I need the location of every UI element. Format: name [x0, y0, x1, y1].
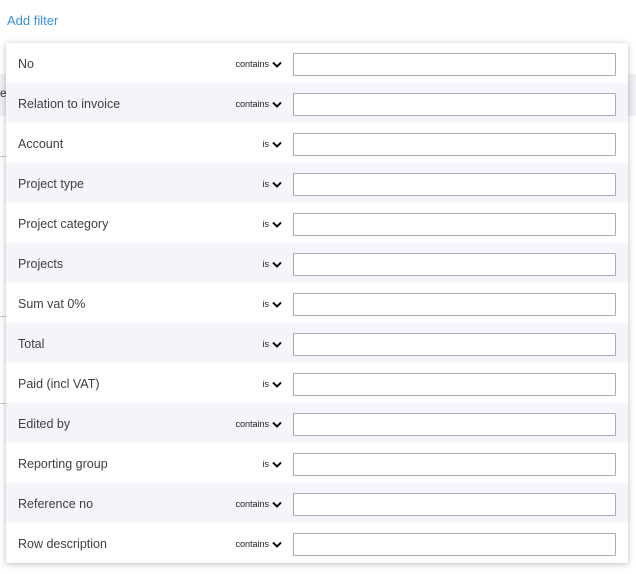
- filter-operator-label: is: [262, 259, 270, 269]
- filter-value-input[interactable]: [293, 133, 616, 156]
- filter-operator-dropdown[interactable]: is: [263, 179, 283, 189]
- filter-row: Edited by contains: [6, 403, 628, 443]
- filter-label: Account: [18, 137, 64, 151]
- chevron-down-icon: [272, 101, 282, 108]
- filter-value-input[interactable]: [293, 333, 616, 356]
- filter-operator-dropdown[interactable]: is: [263, 259, 283, 269]
- chevron-down-icon: [272, 221, 282, 228]
- filter-operator-dropdown[interactable]: is: [263, 459, 283, 469]
- filter-row: Total is: [6, 323, 628, 363]
- filter-value-input[interactable]: [293, 533, 616, 556]
- filter-row: Reference no contains: [6, 483, 628, 523]
- filter-operator-dropdown[interactable]: is: [263, 219, 283, 229]
- filter-value-input[interactable]: [293, 213, 616, 236]
- filter-operator-dropdown[interactable]: contains: [235, 499, 282, 509]
- filter-row: No contains: [6, 43, 628, 83]
- add-filter-link[interactable]: Add filter: [7, 13, 58, 28]
- filter-label: Row description: [18, 537, 107, 551]
- filter-operator-label: contains: [235, 99, 269, 109]
- chevron-down-icon: [272, 381, 282, 388]
- filter-operator-label: is: [262, 219, 270, 229]
- filter-operator-dropdown[interactable]: contains: [235, 539, 282, 549]
- filter-row: Reporting group is: [6, 443, 628, 483]
- filter-row: Projects is: [6, 243, 628, 283]
- filter-label: Paid (incl VAT): [18, 377, 100, 391]
- filter-operator-label: contains: [235, 59, 269, 69]
- filter-label: Reference no: [18, 497, 94, 511]
- filter-row: Account is: [6, 123, 628, 163]
- filter-operator-label: is: [262, 339, 270, 349]
- filter-label: No: [18, 57, 34, 71]
- filter-panel: No contains Relation to invoice contains Acc…: [6, 43, 628, 563]
- filter-label: Project category: [18, 217, 109, 231]
- filter-label: Sum vat 0%: [18, 297, 86, 311]
- filter-value-input[interactable]: [293, 93, 616, 116]
- filter-label: Project type: [18, 177, 85, 191]
- filter-operator-dropdown[interactable]: is: [263, 339, 283, 349]
- filter-row: Relation to invoice contains: [6, 83, 628, 123]
- filter-value-input[interactable]: [293, 173, 616, 196]
- filter-value-input[interactable]: [293, 413, 616, 436]
- chevron-down-icon: [272, 341, 282, 348]
- filter-value-input[interactable]: [293, 293, 616, 316]
- filter-label: Projects: [18, 257, 64, 271]
- filter-operator-label: is: [262, 139, 270, 149]
- filter-label: Total: [18, 337, 45, 351]
- filter-operator-label: contains: [235, 539, 269, 549]
- filter-value-input[interactable]: [293, 53, 616, 76]
- filter-row: Project category is: [6, 203, 628, 243]
- filter-label: Relation to invoice: [18, 97, 121, 111]
- chevron-down-icon: [272, 461, 282, 468]
- filter-row: Project type is: [6, 163, 628, 203]
- filter-operator-dropdown[interactable]: contains: [235, 419, 282, 429]
- chevron-down-icon: [272, 141, 282, 148]
- filter-page: e Add filter No contains Relation to invoi…: [0, 0, 636, 574]
- chevron-down-icon: [272, 501, 282, 508]
- filter-operator-dropdown[interactable]: is: [263, 379, 283, 389]
- filter-row: Row description contains: [6, 523, 628, 563]
- filter-operator-label: is: [262, 299, 270, 309]
- filter-operator-dropdown[interactable]: contains: [235, 99, 282, 109]
- filter-value-input[interactable]: [293, 373, 616, 396]
- filter-row: Paid (incl VAT) is: [6, 363, 628, 403]
- chevron-down-icon: [272, 541, 282, 548]
- filter-value-input[interactable]: [293, 493, 616, 516]
- filter-value-input[interactable]: [293, 453, 616, 476]
- chevron-down-icon: [272, 421, 282, 428]
- chevron-down-icon: [272, 61, 282, 68]
- filter-label: Edited by: [18, 417, 71, 431]
- filter-label: Reporting group: [18, 457, 108, 471]
- filter-operator-dropdown[interactable]: contains: [235, 59, 282, 69]
- filter-row: Sum vat 0% is: [6, 283, 628, 323]
- filter-operator-label: contains: [235, 499, 269, 509]
- chevron-down-icon: [272, 261, 282, 268]
- filter-operator-label: is: [262, 459, 270, 469]
- filter-operator-label: is: [262, 179, 270, 189]
- filter-operator-dropdown[interactable]: is: [263, 139, 283, 149]
- filter-operator-label: contains: [235, 419, 269, 429]
- filter-value-input[interactable]: [293, 253, 616, 276]
- chevron-down-icon: [272, 301, 282, 308]
- filter-operator-dropdown[interactable]: is: [263, 299, 283, 309]
- chevron-down-icon: [272, 181, 282, 188]
- filter-operator-label: is: [262, 379, 270, 389]
